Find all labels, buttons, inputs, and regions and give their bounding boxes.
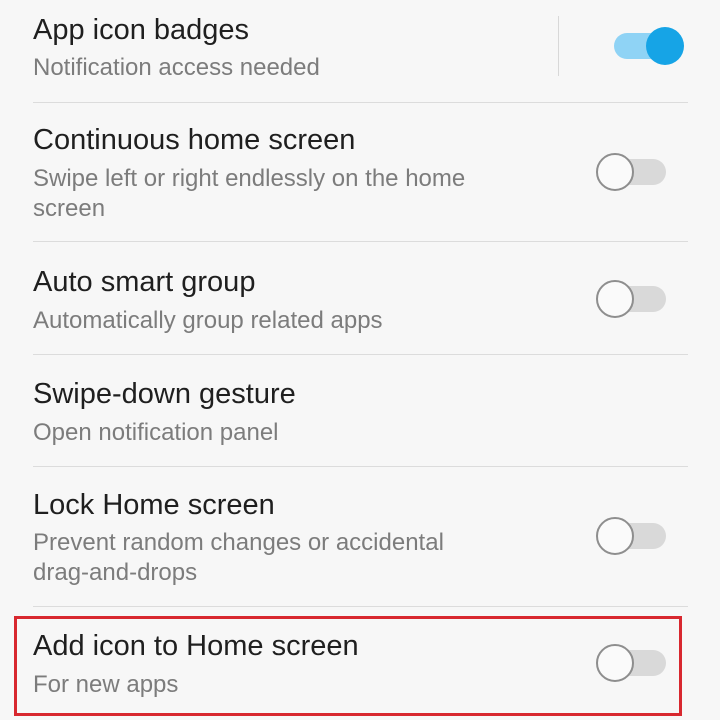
setting-auto-smart-group[interactable]: Auto smart group Automatically group rel… [0, 242, 720, 354]
vertical-divider [558, 16, 559, 76]
setting-title: App icon badges [33, 14, 250, 46]
setting-subtitle: Automatically group related apps [33, 307, 383, 334]
setting-title: Auto smart group [33, 266, 256, 298]
toggle-knob [646, 27, 684, 65]
setting-swipe-down-gesture[interactable]: Swipe-down gesture Open notification pan… [0, 355, 720, 466]
home-screen-settings-list: App icon badges Notification access need… [0, 0, 720, 720]
setting-title: Lock Home screen [33, 489, 275, 521]
setting-continuous-home-screen[interactable]: Continuous home screen Swipe left or rig… [0, 103, 720, 241]
setting-subtitle: Open notification panel [33, 419, 279, 446]
setting-subtitle: Swipe left or right endlessly on the hom… [33, 165, 466, 222]
setting-subtitle: Notification access needed [33, 54, 320, 81]
setting-title: Swipe-down gesture [33, 378, 296, 410]
setting-app-icon-badges[interactable]: App icon badges Notification access need… [0, 0, 720, 102]
setting-lock-home-screen[interactable]: Lock Home screen Prevent random changes … [0, 467, 720, 606]
continuous-home-screen-toggle[interactable] [596, 153, 666, 191]
lock-home-screen-toggle[interactable] [596, 517, 666, 555]
toggle-knob [596, 280, 634, 318]
app-icon-badges-toggle[interactable] [614, 27, 684, 65]
setting-title: Continuous home screen [33, 124, 356, 156]
highlight-box [14, 616, 682, 716]
toggle-knob [596, 517, 634, 555]
setting-subtitle: Prevent random changes or accidental dra… [33, 529, 444, 586]
auto-smart-group-toggle[interactable] [596, 280, 666, 318]
toggle-knob [596, 153, 634, 191]
